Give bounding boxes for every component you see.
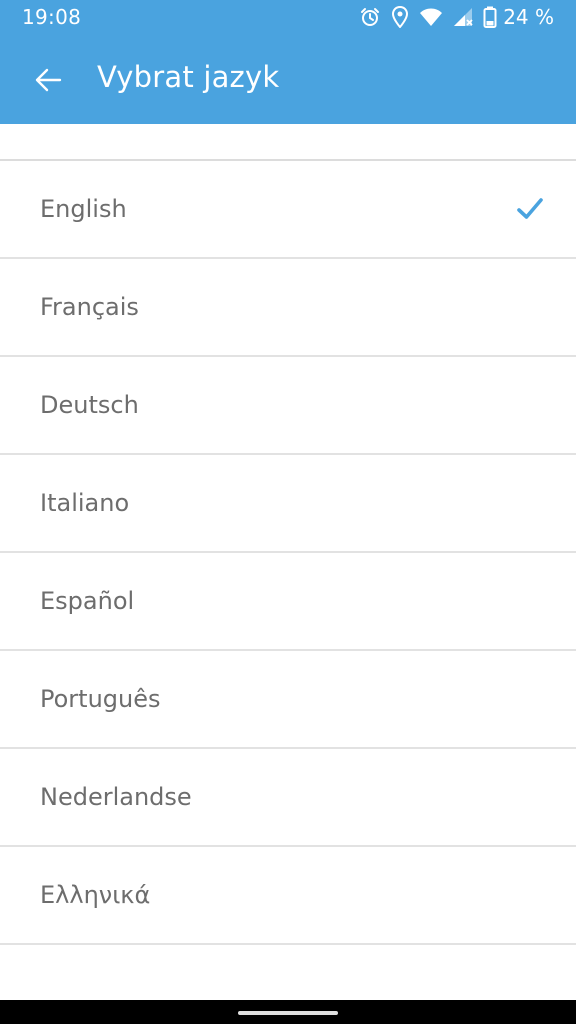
page-title: Vybrat jazyk [97, 60, 280, 94]
language-item-deutsch[interactable]: Deutsch [0, 357, 576, 455]
language-label: Português [40, 685, 161, 713]
back-button[interactable] [24, 56, 72, 104]
language-item-espanol[interactable]: Español [0, 553, 576, 651]
language-item-english[interactable]: English [0, 161, 576, 259]
language-label: Français [40, 293, 139, 321]
battery-percentage: 24 % [503, 5, 554, 29]
status-bar: 19:08 24 % [0, 0, 576, 36]
check-icon [517, 198, 543, 219]
location-icon [391, 6, 409, 28]
app-bar: 19:08 24 % Vybrat jazyk [0, 0, 576, 124]
home-gesture-handle[interactable] [238, 1011, 338, 1015]
language-label: Deutsch [40, 391, 139, 419]
navigation-bar [0, 1000, 576, 1024]
wifi-icon [419, 7, 443, 27]
language-list: English Français Deutsch Italiano Españo… [0, 124, 576, 945]
arrow-left-icon [35, 68, 62, 92]
language-item-portugues[interactable]: Português [0, 651, 576, 749]
language-item-nederlandse[interactable]: Nederlandse [0, 749, 576, 847]
alarm-icon [359, 6, 381, 28]
status-time: 19:08 [22, 5, 82, 29]
list-spacer [0, 124, 576, 161]
language-label: English [40, 195, 127, 223]
language-item-italiano[interactable]: Italiano [0, 455, 576, 553]
language-label: Italiano [40, 489, 130, 517]
language-label: Nederlandse [40, 783, 192, 811]
toolbar: Vybrat jazyk [0, 36, 576, 124]
language-label: Ελληνικά [40, 881, 151, 909]
signal-icon [453, 7, 473, 27]
battery-icon [483, 6, 497, 28]
language-item-francais[interactable]: Français [0, 259, 576, 357]
status-icons: 24 % [359, 5, 554, 29]
language-item-greek[interactable]: Ελληνικά [0, 847, 576, 945]
language-label: Español [40, 587, 135, 615]
